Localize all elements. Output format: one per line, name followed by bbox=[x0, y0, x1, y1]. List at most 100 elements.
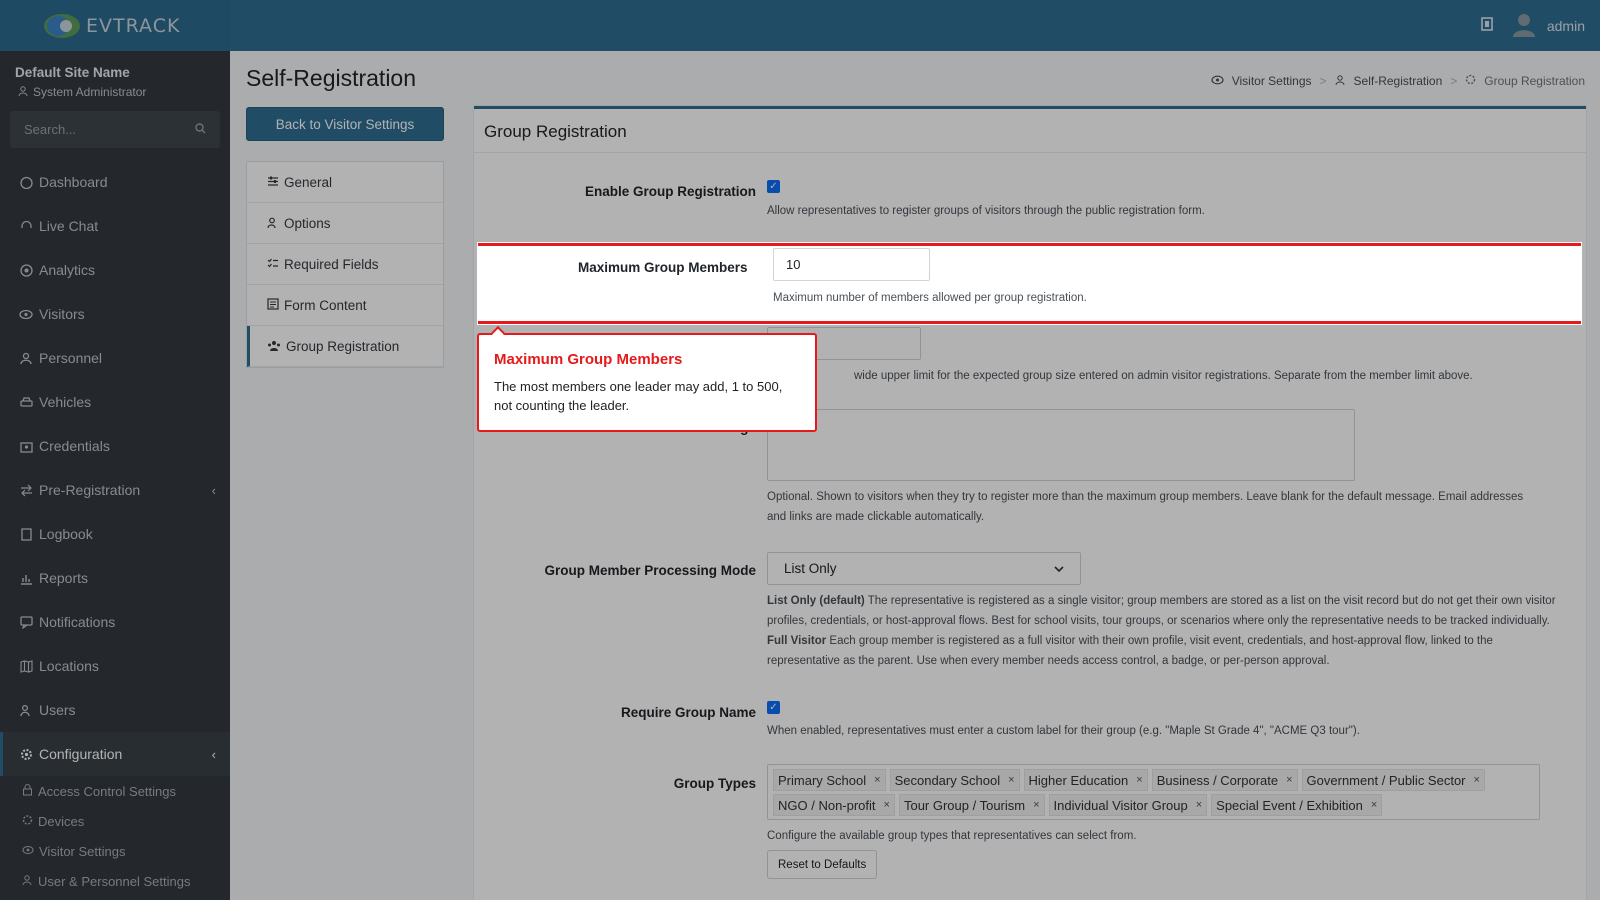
analytics-icon bbox=[19, 263, 33, 277]
eye-icon bbox=[22, 844, 34, 859]
users-icon bbox=[1335, 74, 1346, 88]
fullscreen-icon[interactable] bbox=[1481, 17, 1493, 34]
max-group-members-help: Maximum number of members allowed per gr… bbox=[773, 292, 1087, 304]
sidebar-item-credentials[interactable]: Credentials bbox=[0, 424, 230, 468]
dashboard-icon bbox=[19, 175, 33, 189]
group-type-tag: Secondary School × bbox=[889, 769, 1020, 791]
search-icon[interactable] bbox=[195, 122, 206, 137]
group-types-help: Configure the available group types that… bbox=[767, 830, 1137, 842]
group-type-tag: Primary School × bbox=[773, 769, 886, 791]
max-group-members-input[interactable]: 10 bbox=[773, 248, 930, 281]
highlighted-row-max-group-members: Maximum Group Members 10 Maximum number … bbox=[478, 243, 1581, 324]
breadcrumb-group-registration: Group Registration bbox=[1484, 74, 1585, 88]
sidebar-subitem-user-personnel-settings[interactable]: User & Personnel Settings bbox=[0, 866, 230, 896]
reset-to-defaults-button[interactable]: Reset to Defaults bbox=[767, 850, 878, 879]
brand-logo[interactable]: EVTRACK bbox=[0, 0, 230, 51]
car-icon bbox=[19, 395, 33, 409]
person-icon bbox=[18, 85, 28, 99]
page-title: Self-Registration bbox=[246, 65, 417, 91]
group-type-tag: NGO / Non-profit × bbox=[773, 794, 895, 816]
badge-icon bbox=[19, 439, 33, 453]
sidebar-item-pre-registration[interactable]: Pre-Registration ‹ bbox=[0, 468, 230, 512]
user-gear-icon bbox=[267, 216, 279, 231]
map-icon bbox=[19, 659, 33, 673]
sidebar-item-analytics[interactable]: Analytics bbox=[0, 248, 230, 292]
subnav-group-registration[interactable]: Group Registration bbox=[247, 326, 443, 367]
group-type-tag: Tour Group / Tourism × bbox=[898, 794, 1045, 816]
top-navbar: EVTRACK admin bbox=[0, 0, 1600, 51]
checklist-icon bbox=[267, 257, 279, 272]
eye-icon bbox=[1211, 74, 1224, 88]
remove-tag-icon[interactable]: × bbox=[1371, 799, 1377, 811]
require-group-name-help: When enabled, representatives must enter… bbox=[767, 725, 1360, 737]
subnav-general[interactable]: General bbox=[247, 162, 443, 203]
processing-mode-select[interactable]: List Only bbox=[767, 552, 1081, 585]
sidebar-subitem-devices[interactable]: Devices bbox=[0, 806, 230, 836]
breadcrumb-visitor-settings[interactable]: Visitor Settings bbox=[1232, 74, 1312, 88]
remove-tag-icon[interactable]: × bbox=[1136, 774, 1142, 786]
sidebar: Default Site Name System Administrator S… bbox=[0, 51, 230, 900]
card-title: Group Registration bbox=[474, 109, 1586, 153]
sidebar-item-logbook[interactable]: Logbook bbox=[0, 512, 230, 556]
username: admin bbox=[1546, 17, 1585, 34]
group-type-tag: Higher Education × bbox=[1023, 769, 1148, 791]
group-type-tag: Special Event / Exhibition × bbox=[1211, 794, 1383, 816]
enable-group-registration-checkbox[interactable]: ✓ bbox=[767, 180, 780, 193]
require-group-name-checkbox[interactable]: ✓ bbox=[767, 701, 780, 714]
sliders-icon bbox=[267, 175, 279, 190]
remove-tag-icon[interactable]: × bbox=[1196, 799, 1202, 811]
chevron-left-icon[interactable]: ‹ bbox=[212, 483, 216, 498]
sidebar-item-configuration[interactable]: Configuration ‹ bbox=[0, 732, 230, 776]
group-types-tag-input[interactable]: Primary School × Secondary School × Higher… bbox=[767, 764, 1540, 820]
sidebar-item-notifications[interactable]: Notifications bbox=[0, 600, 230, 644]
logo-icon bbox=[40, 12, 84, 40]
breadcrumb-self-registration[interactable]: Self-Registration bbox=[1354, 74, 1443, 88]
chat-icon bbox=[19, 615, 33, 629]
require-group-name-label: Require Group Name bbox=[620, 705, 756, 720]
avatar bbox=[1511, 11, 1537, 40]
subnav-required-fields[interactable]: Required Fields bbox=[247, 244, 443, 285]
remove-tag-icon[interactable]: × bbox=[874, 774, 880, 786]
user-menu[interactable]: admin bbox=[1511, 11, 1585, 40]
sidebar-item-vehicles[interactable]: Vehicles bbox=[0, 380, 230, 424]
gear-icon bbox=[22, 814, 33, 829]
processing-mode-help: List Only (default) The representative i… bbox=[767, 595, 1556, 667]
sidebar-item-reports[interactable]: Reports bbox=[0, 556, 230, 600]
headset-icon bbox=[19, 219, 33, 233]
users-icon bbox=[267, 339, 281, 354]
max-group-members-label: Maximum Group Members bbox=[578, 260, 748, 275]
chevron-down-icon bbox=[1054, 561, 1064, 576]
sidebar-item-live-chat[interactable]: Live Chat bbox=[0, 204, 230, 248]
sidebar-subitem-visitor-settings[interactable]: Visitor Settings bbox=[0, 836, 230, 866]
remove-tag-icon[interactable]: × bbox=[1474, 774, 1480, 786]
remove-tag-icon[interactable]: × bbox=[884, 799, 890, 811]
sidebar-item-users[interactable]: Users bbox=[0, 688, 230, 732]
enable-group-registration-label: Enable Group Registration bbox=[584, 184, 756, 199]
remove-tag-icon[interactable]: × bbox=[1286, 774, 1292, 786]
enable-group-registration-help: Allow representatives to register groups… bbox=[767, 205, 1205, 217]
arrows-icon bbox=[19, 483, 33, 497]
form-icon bbox=[267, 297, 279, 313]
subnav-options[interactable]: Options bbox=[247, 203, 443, 244]
chart-icon bbox=[19, 571, 33, 585]
personnel-icon bbox=[19, 351, 33, 365]
gear-icon bbox=[19, 747, 33, 761]
main-content: Self-Registration Visitor Settings > Sel… bbox=[230, 51, 1600, 900]
tour-tooltip: Maximum Group Members The most members o… bbox=[477, 325, 817, 432]
tooltip-body: The most members one leader may add, 1 t… bbox=[494, 379, 783, 413]
remove-tag-icon[interactable]: × bbox=[1033, 799, 1039, 811]
back-to-visitor-settings-button[interactable]: Back to Visitor Settings bbox=[246, 107, 444, 141]
sidebar-item-personnel[interactable]: Personnel bbox=[0, 336, 230, 380]
chevron-left-icon[interactable]: ‹ bbox=[212, 747, 216, 762]
sidebar-item-visitors[interactable]: Visitors bbox=[0, 292, 230, 336]
user-role: System Administrator bbox=[0, 80, 230, 99]
lock-icon bbox=[22, 783, 33, 799]
max-members-message-textarea[interactable] bbox=[767, 409, 1355, 481]
brand-name: EVTRACK bbox=[86, 14, 181, 37]
subnav-form-content[interactable]: Form Content bbox=[247, 285, 443, 326]
sidebar-item-locations[interactable]: Locations bbox=[0, 644, 230, 688]
sidebar-subitem-access-control[interactable]: Access Control Settings bbox=[0, 776, 230, 806]
remove-tag-icon[interactable]: × bbox=[1008, 774, 1014, 786]
sidebar-item-dashboard[interactable]: Dashboard bbox=[0, 160, 230, 204]
sidebar-search-input[interactable]: Search... bbox=[10, 111, 220, 148]
